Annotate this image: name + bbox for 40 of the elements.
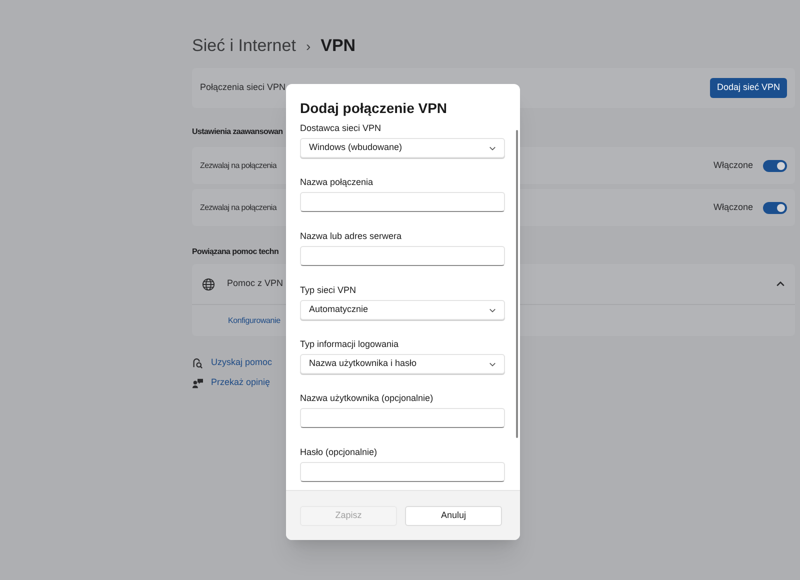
toggle-switch[interactable] bbox=[763, 202, 787, 214]
chevron-up-icon[interactable] bbox=[776, 281, 785, 287]
help-item-label: Pomoc z VPN bbox=[227, 277, 284, 290]
chevron-down-icon bbox=[489, 146, 496, 150]
setting-label: Zezwalaj na połączenia bbox=[200, 202, 277, 214]
field-label: Typ sieci VPN bbox=[300, 285, 358, 295]
section-heading: Powiązana pomoc techn bbox=[192, 246, 279, 258]
input-field[interactable] bbox=[300, 462, 505, 482]
section-heading: Ustawienia zaawansowan bbox=[192, 126, 283, 138]
help-search-icon bbox=[192, 358, 203, 368]
field-label: Nazwa użytkownika (opcjonalnie) bbox=[300, 393, 434, 403]
footer-link[interactable]: Uzyskaj pomoc bbox=[211, 356, 272, 370]
breadcrumb-parent[interactable]: Sieć i Internet bbox=[192, 33, 296, 59]
breadcrumb-separator: › bbox=[306, 36, 311, 56]
globe-icon bbox=[202, 278, 215, 290]
setting-label: Zezwalaj na połączenia bbox=[200, 160, 277, 172]
dropdown[interactable]: Automatycznie bbox=[300, 300, 505, 320]
toggle-switch[interactable] bbox=[763, 160, 787, 172]
dialog-button[interactable]: Anuluj bbox=[405, 506, 502, 526]
field-label: Nazwa połączenia bbox=[300, 177, 374, 187]
dropdown[interactable]: Nazwa użytkownika i hasło bbox=[300, 354, 505, 374]
field-label: Dostawca sieci VPN bbox=[300, 123, 382, 133]
setting-label: Połączenia sieci VPN bbox=[200, 81, 286, 94]
dialog-title: Dodaj połączenie VPN bbox=[300, 99, 448, 118]
feedback-icon bbox=[192, 378, 203, 388]
add-vpn-button[interactable]: Dodaj sieć VPN bbox=[710, 78, 787, 98]
footer-link[interactable]: Przekaż opinię bbox=[211, 376, 270, 390]
chevron-down-icon bbox=[489, 308, 496, 312]
chevron-down-icon bbox=[489, 362, 496, 366]
field-label: Typ informacji logowania bbox=[300, 339, 400, 349]
toggle-state-label: Włączone bbox=[713, 158, 753, 172]
toggle-state-label: Włączone bbox=[713, 200, 753, 214]
field-label: Hasło (opcjonalnie) bbox=[300, 447, 378, 457]
input-field[interactable] bbox=[300, 408, 505, 428]
dropdown[interactable]: Windows (wbudowane) bbox=[300, 138, 505, 158]
field-label: Nazwa lub adres serwera bbox=[300, 231, 403, 241]
help-link[interactable]: Konfigurowanie bbox=[228, 314, 280, 326]
page-title: VPN bbox=[320, 35, 356, 58]
input-field[interactable] bbox=[300, 246, 505, 266]
input-field[interactable] bbox=[300, 192, 505, 212]
